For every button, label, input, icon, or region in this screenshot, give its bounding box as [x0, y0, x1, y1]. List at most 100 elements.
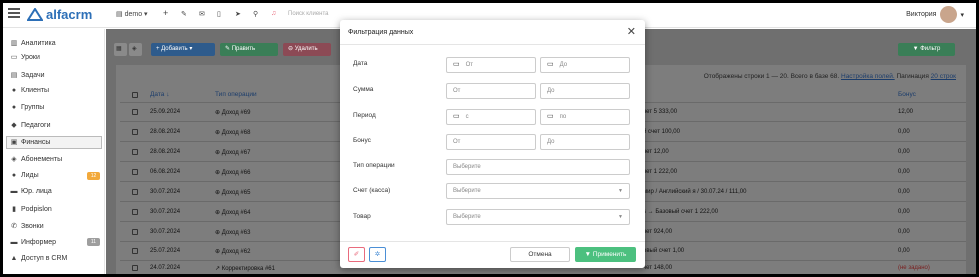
apply-button[interactable]: ▼ Применить: [575, 247, 636, 262]
sidebar-item-finance[interactable]: ▣ Финансы: [10, 138, 51, 147]
menu-icon[interactable]: [8, 8, 20, 20]
phone-small-icon[interactable]: ▯: [217, 10, 221, 18]
row-checkbox[interactable]: [132, 209, 138, 215]
modal-title: Фильтрация данных: [348, 29, 414, 36]
sidebar-item-teachers[interactable]: ◆ Педагоги: [10, 121, 50, 130]
settings-link[interactable]: Настройка полей.: [841, 73, 895, 80]
row-checkbox[interactable]: [132, 229, 138, 235]
sum-from-field[interactable]: От: [446, 83, 536, 99]
building-icon: ▤: [116, 11, 123, 18]
row-checkbox[interactable]: [132, 129, 138, 135]
lead-icon: ●: [11, 172, 17, 179]
money-icon: ▣: [10, 139, 18, 146]
chevron-down-icon: ▼: [618, 188, 623, 194]
delete-button[interactable]: ⊖ Удалить: [283, 43, 331, 56]
branch-name: demo: [124, 11, 143, 18]
column-header-bonus[interactable]: Бонус: [898, 91, 916, 98]
user-menu[interactable]: Виктория ▾: [906, 6, 964, 23]
product-select[interactable]: Выберите ▼: [446, 209, 630, 225]
row-checkbox[interactable]: [132, 149, 138, 155]
date-from-field[interactable]: ▭ От: [446, 57, 536, 73]
chevron-down-icon: ▾: [960, 11, 964, 19]
tasks-icon: ▤: [10, 72, 18, 79]
operation-type-label: Тип операции: [353, 162, 395, 169]
calendar-icon: ▭: [547, 61, 554, 68]
row-checkbox[interactable]: [132, 248, 138, 254]
bonus-to-field[interactable]: До: [540, 134, 630, 150]
sidebar-item-groups[interactable]: ● Группы: [10, 104, 44, 111]
calendar-icon: ▭: [10, 54, 18, 61]
logo-text: alfacrm: [46, 7, 93, 22]
product-label: Товар: [353, 213, 371, 220]
cancel-button[interactable]: Отмена: [510, 247, 570, 262]
period-to-field[interactable]: ▭ по: [540, 109, 630, 125]
account-select[interactable]: Выберите ▼: [446, 183, 630, 199]
period-from-field[interactable]: ▭ с: [446, 109, 536, 125]
operation-type-select[interactable]: Выберите: [446, 159, 630, 175]
edit-button[interactable]: ✎ Править: [220, 43, 278, 56]
phone-icon: ✆: [11, 223, 17, 230]
sidebar-item-crm-access[interactable]: ▲ Доступ в CRM: [10, 255, 68, 262]
add-icon[interactable]: +: [163, 8, 168, 18]
app-window: alfacrm ▤ demo ▾ + ✎ ✉ ▯ ➤ ⚲ ♫ Поиск кли…: [3, 3, 976, 274]
branch-selector[interactable]: ▤ demo ▾: [116, 10, 148, 18]
bonus-from-field[interactable]: От: [446, 134, 536, 150]
add-button[interactable]: + Добавить ▾: [151, 43, 215, 56]
settings-gear-icon[interactable]: ✲: [369, 247, 386, 262]
client-search-input[interactable]: Поиск клиента: [288, 11, 329, 17]
column-header-type[interactable]: Тип операции: [215, 91, 257, 98]
pin-icon[interactable]: ⚲: [253, 10, 258, 18]
sidebar-item-subscriptions[interactable]: ◈ Абонементы: [10, 155, 62, 164]
sidebar-item-podpislon[interactable]: ▮ Podpislon: [10, 205, 52, 214]
inbox-icon: ▬: [10, 239, 18, 246]
leads-count-badge: 12: [87, 172, 100, 180]
sidebar-item-lessons[interactable]: ▭ Уроки: [10, 53, 40, 62]
user-icon: ●: [11, 87, 17, 94]
chevron-down-icon: ▾: [144, 11, 148, 18]
table-info: Отображены строки 1 — 20. Всего в базе 6…: [703, 73, 956, 80]
sidebar: ▥ Аналитика ▭ Уроки ▤ Задачи ● Клиенты ● Груп…: [3, 29, 105, 274]
date-label: Дата: [353, 60, 368, 67]
doc-icon: ▮: [12, 206, 16, 213]
sidebar-item-calls[interactable]: ✆ Звонки: [10, 222, 44, 231]
app-logo[interactable]: alfacrm: [27, 7, 92, 22]
modal-header: Фильтрация данных ✕: [340, 20, 645, 45]
calendar-icon: ▭: [453, 113, 460, 120]
lock-icon: ▲: [10, 255, 18, 262]
column-header-date[interactable]: Дата ↓: [150, 91, 169, 98]
logo-icon: [27, 8, 43, 21]
grid-view-icon[interactable]: ▦: [114, 43, 127, 56]
chevron-down-icon: ▼: [618, 214, 623, 220]
sum-label: Сумма: [353, 86, 374, 93]
wrench-icon[interactable]: ✎: [181, 10, 187, 18]
avatar: [940, 6, 958, 23]
card-icon: ▬: [10, 188, 18, 195]
mail-icon[interactable]: ✉: [199, 10, 205, 18]
tag-toggle-icon[interactable]: ◈: [129, 43, 142, 56]
sum-to-field[interactable]: До: [540, 83, 630, 99]
row-checkbox[interactable]: [132, 169, 138, 175]
send-icon[interactable]: ➤: [235, 10, 241, 18]
sidebar-item-legal-entities[interactable]: ▬ Юр. лица: [10, 188, 52, 195]
sidebar-item-analytics[interactable]: ▥ Аналитика: [10, 39, 56, 48]
users-icon: ●: [11, 104, 17, 111]
clear-filter-icon[interactable]: ✐: [348, 247, 365, 262]
row-checkbox[interactable]: [132, 265, 138, 271]
sidebar-item-informer[interactable]: ▬ Информер: [10, 239, 57, 246]
select-all-checkbox[interactable]: [132, 92, 138, 98]
sidebar-item-clients[interactable]: ● Клиенты: [10, 87, 49, 94]
row-checkbox[interactable]: [132, 189, 138, 195]
period-label: Период: [353, 112, 376, 119]
filter-button[interactable]: ▼ Фильтр: [898, 43, 955, 56]
informer-count-badge: 11: [87, 238, 100, 246]
close-icon[interactable]: ✕: [627, 25, 636, 38]
filter-modal: Фильтрация данных ✕ Дата ▭ От ▭ До Сумма О…: [340, 20, 645, 268]
sidebar-item-tasks[interactable]: ▤ Задачи: [10, 71, 45, 80]
date-to-field[interactable]: ▭ До: [540, 57, 630, 73]
chart-icon: ▥: [10, 40, 18, 47]
user-name: Виктория: [906, 11, 937, 18]
bell-icon[interactable]: ♫: [271, 10, 276, 17]
pagination-link[interactable]: 20 строк: [931, 73, 956, 80]
row-checkbox[interactable]: [132, 109, 138, 115]
sidebar-item-leads[interactable]: ● Лиды: [10, 172, 39, 179]
